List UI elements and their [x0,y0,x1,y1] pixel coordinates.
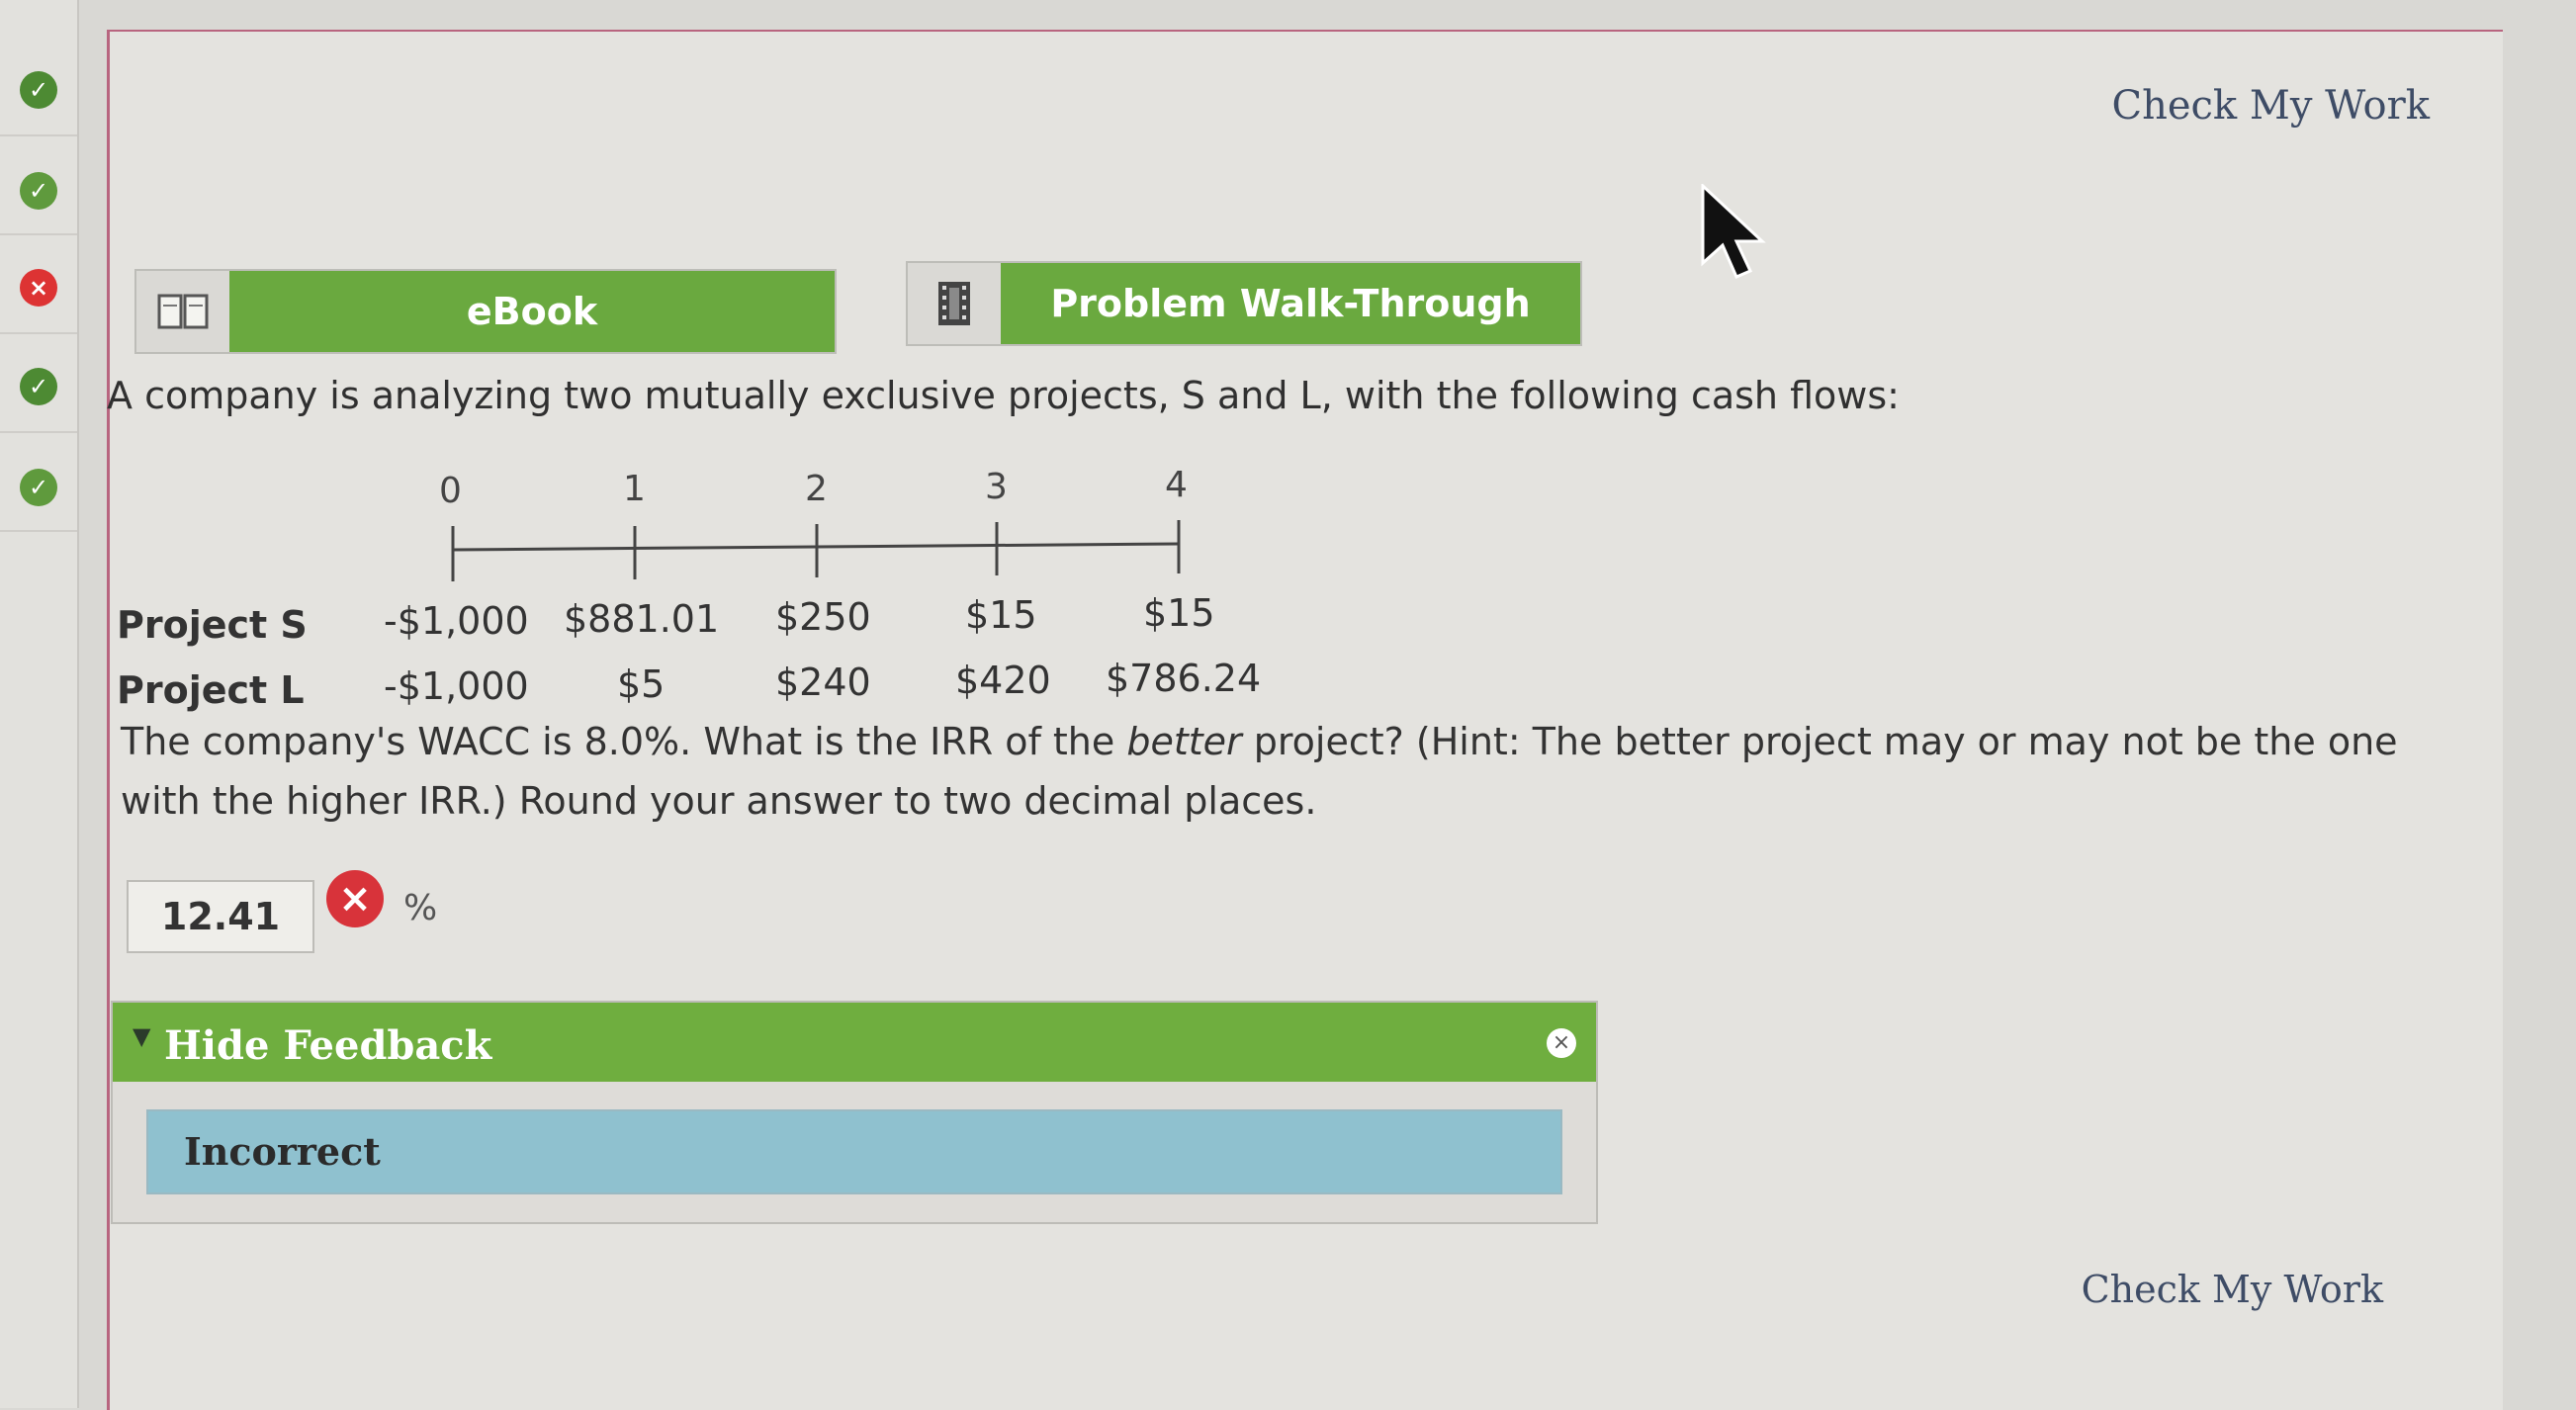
project-s-cf-3: $15 [965,593,1037,637]
x-icon: × [20,269,57,307]
half-check-icon: ✓ [20,71,57,109]
question-prompt-emphasis: better [1126,720,1242,763]
film-icon [908,263,1001,344]
timeline-axis [451,520,1181,581]
project-l-cf-3: $420 [955,659,1051,702]
project-l-cf-4: $786.24 [1106,657,1262,700]
incorrect-icon: × [326,870,384,927]
hide-feedback-toggle[interactable]: Hide Feedback [164,1022,491,1069]
question-prompt: The company's WACC is 8.0%. What is the … [121,712,2454,831]
book-icon [136,271,229,352]
project-l-cf-2: $240 [775,661,871,704]
feedback-status: Incorrect [184,1129,381,1174]
mouse-cursor-icon [1701,184,1766,279]
ebook-button[interactable]: eBook [134,269,837,354]
feedback-panel: ▼ Hide Feedback × Incorrect [111,1001,1598,1224]
question-intro: A company is analyzing two mutually excl… [107,374,1900,417]
project-s-cf-2: $250 [775,595,871,639]
project-s-cf-1: $881.01 [564,597,720,641]
question-nav-item-5[interactable]: ✓ [0,435,77,532]
feedback-header[interactable]: ▼ Hide Feedback × [113,1003,1596,1082]
cash-flow-timeline: 0 1 2 3 4 [435,465,1226,583]
answer-unit: % [403,888,438,928]
question-nav-sidebar: ✓ ✓ × ✓ ✓ [0,0,79,1408]
check-my-work-link-bottom[interactable]: Check My Work [2082,1268,2383,1311]
question-nav-item-4[interactable]: ✓ [0,336,77,433]
problem-walkthrough-label: Problem Walk-Through [1001,263,1580,344]
project-l-cf-0: -$1,000 [384,664,529,708]
project-s-cf-0: -$1,000 [384,599,529,643]
ebook-label: eBook [229,271,835,352]
question-prompt-part-1: The company's WACC is 8.0%. What is the … [121,720,1127,763]
collapse-arrow-icon: ▼ [133,1022,151,1050]
project-s-cf-4: $15 [1143,591,1215,635]
check-icon: ✓ [20,172,57,210]
question-nav-item-2[interactable]: ✓ [0,138,77,235]
question-nav-item-1[interactable]: ✓ [0,40,77,136]
project-l-cf-1: $5 [617,662,666,706]
question-nav-item-3[interactable]: × [0,237,77,334]
close-icon[interactable]: × [1547,1028,1576,1058]
check-my-work-link-top[interactable]: Check My Work [2111,83,2430,129]
problem-walkthrough-button[interactable]: Problem Walk-Through [906,261,1582,346]
check-icon: ✓ [20,469,57,506]
answer-input[interactable]: 12.41 [127,880,314,953]
half-check-icon: ✓ [20,368,57,405]
project-s-label: Project S [117,603,308,647]
feedback-message: Incorrect [146,1109,1562,1194]
project-l-label: Project L [117,668,305,712]
